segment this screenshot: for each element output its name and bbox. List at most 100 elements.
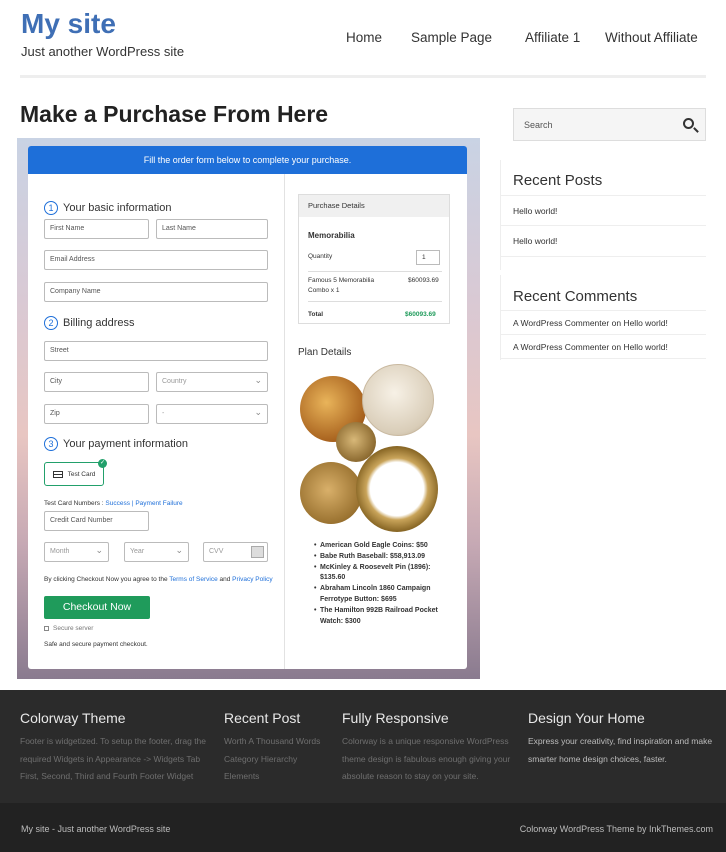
divider <box>500 256 706 257</box>
footer-bottom-bar: My site - Just another WordPress site Co… <box>0 803 726 852</box>
purchase-details: Purchase Details Memorabilia Quantity 1 … <box>298 194 450 324</box>
site-title[interactable]: My site <box>21 8 116 40</box>
safe-checkout-text: Safe and secure payment checkout. <box>44 641 148 648</box>
checkout-now-button[interactable]: Checkout Now <box>44 596 150 619</box>
nav-sample-page[interactable]: Sample Page <box>411 30 492 45</box>
recent-post-link[interactable]: Hello world! <box>513 236 557 246</box>
footer-col2-title: Recent Post <box>224 710 301 726</box>
terms-and: and <box>219 576 231 583</box>
search-input[interactable]: Search <box>524 120 553 130</box>
terms-prefix: By clicking Checkout Now you agree to th… <box>44 576 168 583</box>
column-divider <box>284 174 285 669</box>
nav-home[interactable]: Home <box>346 30 382 45</box>
payment-failure-link[interactable]: Payment Failure <box>135 500 182 507</box>
email-field[interactable]: Email Address <box>44 250 268 270</box>
quantity-input[interactable]: 1 <box>416 250 440 265</box>
city-field[interactable]: City <box>44 372 149 392</box>
footer-widgets: Colorway Theme Footer is widgetized. To … <box>0 690 726 803</box>
footer-site-credit: My site - Just another WordPress site <box>21 824 171 834</box>
search-widget[interactable]: Search <box>513 108 706 141</box>
divider <box>500 310 706 311</box>
step-payment: 3 Your payment information <box>44 437 188 451</box>
plan-item: Babe Ruth Baseball: $58,913.09 <box>314 552 454 563</box>
street-field[interactable]: Street <box>44 341 268 361</box>
page-title: Make a Purchase From Here <box>20 101 329 127</box>
cvv-field[interactable]: CVV <box>203 542 268 562</box>
comment-author[interactable]: A WordPress Commenter <box>513 342 609 352</box>
recent-posts-title: Recent Posts <box>513 172 603 189</box>
link-separator: | <box>131 500 134 507</box>
divider <box>500 334 706 335</box>
check-icon: ✓ <box>98 459 107 468</box>
recent-comment: A WordPress Commenter on Hello world! <box>513 342 668 352</box>
success-link[interactable]: Success <box>105 500 130 507</box>
plan-details-title: Plan Details <box>298 347 352 358</box>
footer-col4-title: Design Your Home <box>528 710 645 726</box>
zip-field[interactable]: Zip <box>44 404 149 424</box>
year-select[interactable]: Year <box>124 541 189 562</box>
state-select[interactable]: - <box>156 403 268 424</box>
month-select[interactable]: Month <box>44 541 109 562</box>
divider <box>308 271 442 272</box>
comment-post-link[interactable]: Hello world! <box>623 318 667 328</box>
step-basic-info: 1 Your basic information <box>44 201 171 215</box>
footer-col3-title: Fully Responsive <box>342 710 449 726</box>
comment-on: on <box>611 342 622 352</box>
credit-card-icon <box>52 470 63 478</box>
country-select[interactable]: Country <box>156 371 268 392</box>
plan-item: The Hamilton 992B Railroad Pocket Watch:… <box>314 606 454 628</box>
privacy-link[interactable]: Privacy Policy <box>232 576 272 583</box>
footer-col1-text: Footer is widgetized. To setup the foote… <box>20 736 207 781</box>
plan-items-list: American Gold Eagle Coins: $50 Babe Ruth… <box>314 541 454 627</box>
comment-author[interactable]: A WordPress Commenter <box>513 318 609 328</box>
purchase-details-header: Purchase Details <box>299 195 449 217</box>
plan-item: American Gold Eagle Coins: $50 <box>314 541 454 552</box>
test-card-numbers: Test Card Numbers : Success | Payment Fa… <box>44 500 183 507</box>
total-value: $60093.69 <box>405 311 436 318</box>
header-divider <box>20 75 706 78</box>
plan-item: McKinley & Roosevelt Pin (1896): $135.60 <box>314 563 454 585</box>
step-number: 1 <box>44 201 58 215</box>
divider <box>500 225 706 226</box>
memorabilia-image <box>300 364 450 534</box>
nav-affiliate-1[interactable]: Affiliate 1 <box>525 30 580 45</box>
divider <box>308 301 442 302</box>
lock-icon <box>44 625 49 631</box>
comment-on: on <box>611 318 622 328</box>
checkout-background: Fill the order form below to complete yo… <box>17 138 480 679</box>
footer-col1-title: Colorway Theme <box>20 710 126 726</box>
divider <box>500 195 706 196</box>
search-icon[interactable] <box>683 118 694 129</box>
checkout-form: Fill the order form below to complete yo… <box>28 146 467 669</box>
recent-comments-title: Recent Comments <box>513 288 638 305</box>
cvv-placeholder: CVV <box>209 548 224 555</box>
recent-post-link[interactable]: Hello world! <box>513 206 557 216</box>
total-label: Total <box>308 311 324 318</box>
step-billing: 2 Billing address <box>44 316 135 330</box>
item-name-line-2: Combo x 1 <box>308 287 340 294</box>
credit-card-field[interactable]: Credit Card Number <box>44 511 149 531</box>
step-number: 2 <box>44 316 58 330</box>
test-numbers-label: Test Card Numbers : <box>44 500 104 507</box>
step-label: Billing address <box>63 317 135 329</box>
terms-link[interactable]: Terms of Service <box>169 576 217 583</box>
footer-col4-text: Express your creativity, find inspiratio… <box>528 736 713 764</box>
test-card-label: Test Card <box>67 470 96 478</box>
checkout-banner: Fill the order form below to complete yo… <box>28 146 467 174</box>
test-card-option[interactable]: Test Card ✓ <box>44 459 107 486</box>
comment-post-link[interactable]: Hello world! <box>623 342 667 352</box>
item-price: $60093.69 <box>408 277 439 284</box>
footer-theme-credit[interactable]: Colorway WordPress Theme by InkThemes.co… <box>520 824 713 834</box>
step-number: 3 <box>44 437 58 451</box>
terms-text: By clicking Checkout Now you agree to th… <box>44 576 273 583</box>
site-tagline: Just another WordPress site <box>21 44 185 59</box>
company-field[interactable]: Company Name <box>44 282 268 302</box>
site-header: My site Just another WordPress site Home… <box>0 0 726 78</box>
last-name-field[interactable]: Last Name <box>156 219 268 239</box>
secure-server: Secure server <box>44 625 93 632</box>
secure-label: Secure server <box>53 625 94 632</box>
first-name-field[interactable]: First Name <box>44 219 149 239</box>
nav-without-affiliate[interactable]: Without Affiliate <box>605 30 698 45</box>
footer-col3-text: Colorway is a unique responsive WordPres… <box>342 736 511 781</box>
step-label: Your payment information <box>63 438 188 450</box>
